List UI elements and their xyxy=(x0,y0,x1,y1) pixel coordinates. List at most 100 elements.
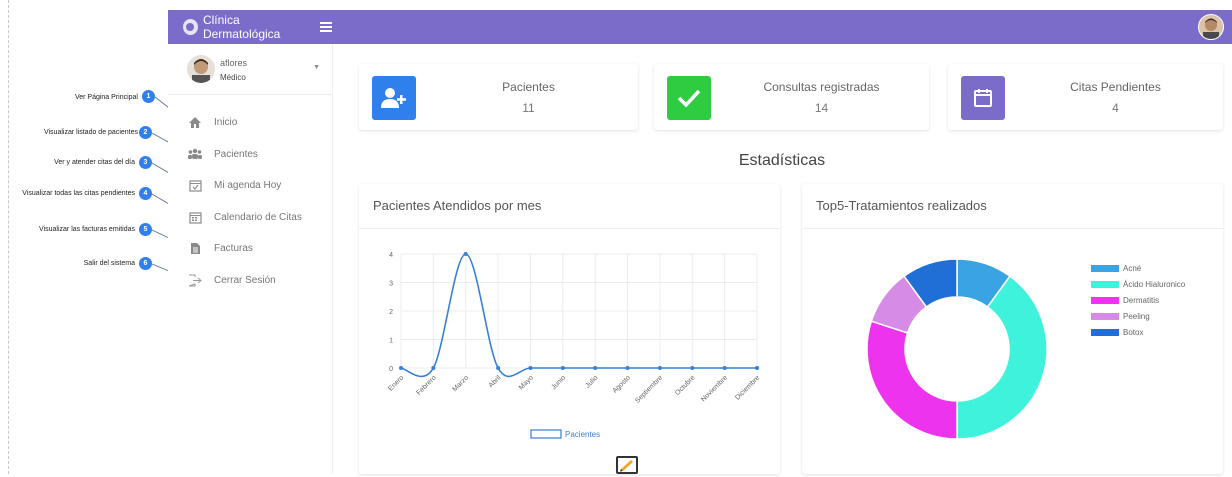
stat-card-pacientes[interactable]: Pacientes 11 xyxy=(359,64,638,130)
legend-swatch xyxy=(1091,297,1119,304)
donut-slice-dermatitis xyxy=(866,320,958,440)
legend-item[interactable]: Ácido Hialuronico xyxy=(1091,280,1185,289)
sidebar-item-pacientes[interactable]: Pacientes xyxy=(188,145,258,163)
stat-label: Citas Pendientes xyxy=(1070,80,1161,94)
annotation-4: Visualizar todas las citas pendientes xyxy=(22,190,135,197)
calendar-icon xyxy=(188,210,202,224)
chevron-down-icon[interactable]: ▼ xyxy=(313,64,320,71)
legend-label: Botox xyxy=(1123,328,1144,337)
add-user-icon xyxy=(372,76,416,120)
annotation-badge-6: 6 xyxy=(139,257,152,270)
menu-toggle-icon[interactable] xyxy=(319,22,332,32)
calendar-icon xyxy=(961,76,1005,120)
sidebar-item-calendario[interactable]: Calendario de Citas xyxy=(188,208,302,226)
clinic-logo-icon xyxy=(183,19,198,35)
sidebar-item-label: Cerrar Sesión xyxy=(214,274,276,286)
data-point xyxy=(722,366,727,370)
annotation-6: Salir del sistema xyxy=(83,260,135,267)
sidebar-item-label: Facturas xyxy=(214,242,253,254)
donut-slice--cido-hialuronico xyxy=(956,275,1048,440)
legend-swatch xyxy=(530,429,562,439)
stat-value: 4 xyxy=(1112,101,1119,115)
user-role: Médico xyxy=(220,73,246,82)
data-point xyxy=(657,366,662,370)
data-point xyxy=(755,366,759,370)
sidebar-item-facturas[interactable]: Facturas xyxy=(188,239,253,257)
x-tick-label: Agosto xyxy=(612,374,632,394)
sidebar-item-label: Mi agenda Hoy xyxy=(214,179,282,191)
section-title: Estadísticas xyxy=(738,152,826,169)
x-tick-label: Abril xyxy=(488,374,503,389)
data-point xyxy=(528,366,533,370)
annotation-2: Visualizar listado de pacientes xyxy=(43,129,138,136)
y-tick-label: 1 xyxy=(389,338,393,345)
line-chart: 0 1 2 3 4 Enero Febrero Marzo Abril Mayo Junio Juli… xyxy=(387,252,761,439)
stat-label: Pacientes xyxy=(502,80,555,94)
donut-chart-card: Top5-Tratamientos realizados Acné Ácido H… xyxy=(802,184,1223,474)
y-tick-label: 4 xyxy=(389,252,393,259)
x-tick-label: Junio xyxy=(550,374,567,391)
top-avatar[interactable] xyxy=(1198,14,1224,40)
line-chart-card: Pacientes Atendidos por mes 0 1 2 3 4 Enero Fe… xyxy=(359,184,780,474)
annotation-1: Ver Página Principal xyxy=(74,94,138,101)
legend-item[interactable]: Peeling xyxy=(1091,312,1150,321)
data-point xyxy=(690,366,695,370)
data-point xyxy=(560,366,565,370)
x-tick-label: Mayo xyxy=(518,374,535,391)
guide-line xyxy=(8,0,9,474)
sidebar-item-agenda[interactable]: Mi agenda Hoy xyxy=(188,176,281,194)
stat-value: 11 xyxy=(522,101,535,115)
data-point xyxy=(625,366,630,370)
annotation-badge-4: 4 xyxy=(139,187,152,200)
x-tick-label: Diciembre xyxy=(734,374,761,401)
sidebar-item-inicio[interactable]: Inicio xyxy=(188,113,237,131)
home-icon xyxy=(188,115,202,129)
sidebar-item-label: Inicio xyxy=(214,116,238,128)
x-tick-label: Enero xyxy=(387,374,405,392)
sidebar-item-label: Pacientes xyxy=(214,148,258,160)
y-tick-label: 3 xyxy=(389,281,393,288)
user-panel[interactable]: aflores Médico ▼ xyxy=(168,44,332,95)
legend-label: Ácido Hialuronico xyxy=(1123,280,1186,289)
calendar-check-icon xyxy=(188,178,202,192)
donut-chart xyxy=(866,258,1048,440)
x-tick-label: Julio xyxy=(584,374,599,389)
legend-swatch xyxy=(1091,313,1119,320)
edit-icon[interactable] xyxy=(616,456,638,474)
legend-item[interactable]: Botox xyxy=(1091,328,1143,337)
x-tick-label: Febrero xyxy=(415,374,437,396)
x-tick-label: Noviembre xyxy=(700,374,729,403)
annotation-badge-3: 3 xyxy=(139,156,152,169)
annotation-badge-2: 2 xyxy=(139,126,152,139)
user-name: aflores xyxy=(220,58,248,68)
stat-card-citas[interactable]: Citas Pendientes 4 xyxy=(948,64,1223,130)
sidebar: aflores Médico ▼ Inicio Pacientes Mi age… xyxy=(168,44,333,474)
data-point xyxy=(399,366,403,370)
y-tick-label: 0 xyxy=(389,366,393,373)
stat-value: 14 xyxy=(814,101,829,115)
invoice-icon xyxy=(188,241,202,255)
avatar xyxy=(187,55,215,83)
stat-label: Consultas registradas xyxy=(763,80,880,94)
stat-card-consultas[interactable]: Consultas registradas 14 xyxy=(654,64,929,130)
brand: Clínica Dermatológica xyxy=(168,10,332,44)
users-icon xyxy=(188,147,202,161)
legend-label: Acné xyxy=(1123,264,1142,273)
legend-item[interactable]: Dermatitis xyxy=(1091,296,1159,305)
data-point xyxy=(496,366,501,370)
legend-swatch xyxy=(1091,281,1119,288)
data-point xyxy=(463,252,468,256)
annotation-badge-5: 5 xyxy=(139,223,152,236)
annotation-5: Visualizar las facturas emitidas xyxy=(39,226,135,233)
check-icon xyxy=(667,76,711,120)
legend-label: Peeling xyxy=(1123,312,1150,321)
legend-label: Dermatitis xyxy=(1123,296,1160,305)
x-tick-label: Septiembre xyxy=(634,374,664,404)
y-tick-label: 2 xyxy=(389,309,393,316)
sidebar-item-cerrar-sesion[interactable]: Cerrar Sesión xyxy=(188,271,276,289)
data-point xyxy=(431,366,436,370)
x-tick-label: Octubre xyxy=(674,374,697,397)
x-tick-label: Marzo xyxy=(451,374,470,393)
legend-swatch xyxy=(1091,329,1119,336)
legend-item[interactable]: Acné xyxy=(1091,264,1141,273)
